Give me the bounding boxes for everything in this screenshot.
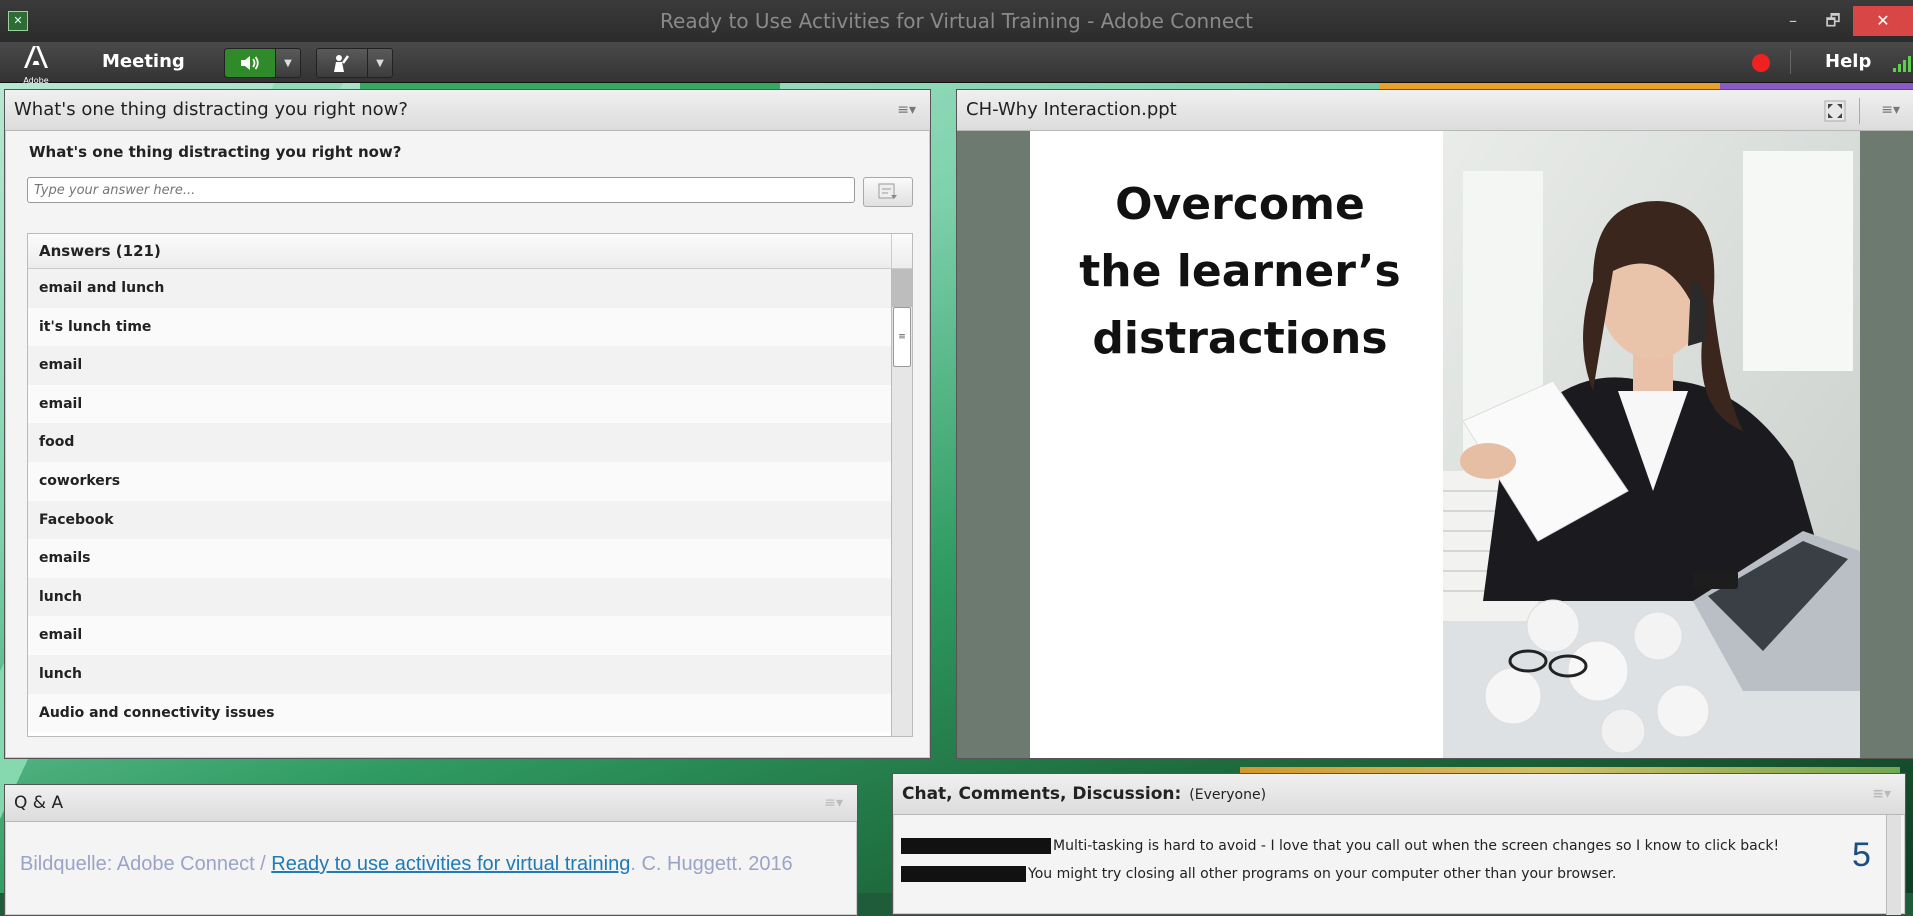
pod-menu-icon[interactable]: ≡▾ bbox=[824, 785, 843, 821]
qa-pod: Q & A ≡▾ bbox=[4, 784, 858, 916]
adobe-logo-text: Adobe bbox=[23, 76, 49, 85]
raise-hand-icon bbox=[334, 55, 350, 72]
answers-table: Answers (121) email and lunch it's lunch… bbox=[27, 233, 913, 737]
recording-indicator-icon[interactable] bbox=[1752, 54, 1770, 72]
share-pod: CH-Why Interaction.ppt ≡▾ Overcome the l… bbox=[956, 89, 1913, 759]
send-icon bbox=[878, 183, 897, 199]
window-controls: – 🗗 ✕ bbox=[1773, 0, 1913, 42]
pod-header: Chat, Comments, Discussion: (Everyone) ≡▾ bbox=[893, 774, 1905, 815]
close-button[interactable]: ✕ bbox=[1853, 6, 1913, 36]
speaker-button[interactable] bbox=[225, 49, 275, 77]
answers-scrollbar[interactable]: ≡ bbox=[891, 269, 912, 736]
question-text: What's one thing distracting you right n… bbox=[29, 143, 402, 161]
chat-scope[interactable]: (Everyone) bbox=[1189, 787, 1266, 803]
slide-viewer: Overcome the learner’s distractions bbox=[957, 131, 1913, 758]
slide-title-line: Overcome bbox=[1115, 179, 1365, 230]
chat-pod: Chat, Comments, Discussion: (Everyone) ≡▾… bbox=[892, 773, 1906, 915]
pod-title: Q & A bbox=[14, 793, 64, 813]
list-item[interactable]: lunch bbox=[28, 654, 892, 694]
app-icon: ✕ bbox=[8, 11, 28, 31]
answers-count-label: Answers (121) bbox=[39, 242, 161, 260]
list-item[interactable]: emails bbox=[28, 539, 892, 578]
fullscreen-icon[interactable] bbox=[1824, 100, 1846, 122]
slide-title: Overcome the learner’s distractions bbox=[1070, 171, 1410, 372]
divider bbox=[1859, 98, 1860, 124]
adobe-logo: Adobe bbox=[20, 44, 52, 85]
list-item[interactable]: email and lunch bbox=[28, 269, 892, 308]
pod-menu-icon[interactable]: ≡▾ bbox=[1872, 774, 1891, 814]
window-title: Ready to Use Activities for Virtual Trai… bbox=[660, 9, 1253, 33]
answer-entry bbox=[27, 177, 913, 207]
list-item[interactable]: Facebook bbox=[28, 500, 892, 540]
pod-menu-icon[interactable]: ≡▾ bbox=[897, 90, 916, 130]
app-menu-bar: Adobe Meeting ▼ ▼ Help bbox=[0, 42, 1913, 85]
chevron-down-icon[interactable]: ▼ bbox=[367, 49, 392, 77]
redacted-sender bbox=[901, 838, 1051, 854]
connection-signal-icon bbox=[1893, 56, 1913, 72]
slide-title-line: the learner’s bbox=[1079, 246, 1401, 297]
list-item[interactable]: email bbox=[28, 384, 892, 424]
list-item[interactable]: email bbox=[28, 346, 892, 385]
window-title-bar: ✕ Ready to Use Activities for Virtual Tr… bbox=[0, 0, 1913, 42]
answer-input[interactable] bbox=[27, 177, 855, 203]
list-item[interactable]: lunch bbox=[28, 577, 892, 617]
pod-title: What's one thing distracting you right n… bbox=[14, 99, 408, 120]
answers-list: email and lunch it's lunch time email em… bbox=[28, 269, 892, 736]
presentation-slide: Overcome the learner’s distractions bbox=[1030, 131, 1860, 758]
table-corner bbox=[891, 234, 912, 268]
pod-header: Q & A ≡▾ bbox=[5, 785, 857, 822]
chat-message: You might try closing all other programs… bbox=[901, 866, 1616, 882]
image-source-caption: Bildquelle: Adobe Connect / Ready to use… bbox=[20, 853, 793, 876]
answers-header[interactable]: Answers (121) bbox=[28, 234, 912, 269]
speaker-icon bbox=[241, 56, 259, 70]
raise-hand-button[interactable] bbox=[317, 49, 367, 77]
list-item[interactable]: food bbox=[28, 423, 892, 462]
caption-suffix: . C. Huggett. 2016 bbox=[630, 853, 793, 875]
chevron-down-icon[interactable]: ▼ bbox=[275, 49, 300, 77]
slide-number: 5 bbox=[1852, 836, 1871, 874]
caption-link[interactable]: Ready to use activities for virtual trai… bbox=[271, 853, 630, 875]
pod-menu-icon[interactable]: ≡▾ bbox=[1881, 90, 1900, 130]
list-item[interactable]: Audio and connectivity issues bbox=[28, 693, 892, 733]
scroll-track bbox=[892, 269, 912, 307]
list-item[interactable]: coworkers bbox=[28, 461, 892, 501]
slide-title-line: distractions bbox=[1092, 313, 1388, 364]
pod-header: CH-Why Interaction.ppt ≡▾ bbox=[957, 90, 1913, 131]
divider bbox=[1790, 50, 1791, 74]
redacted-sender bbox=[901, 866, 1026, 882]
help-menu[interactable]: Help bbox=[1825, 42, 1871, 82]
meeting-menu[interactable]: Meeting bbox=[102, 42, 185, 82]
minimize-button[interactable]: – bbox=[1773, 6, 1813, 36]
restore-button[interactable]: 🗗 bbox=[1813, 6, 1853, 36]
status-control[interactable]: ▼ bbox=[316, 48, 393, 78]
pod-header: What's one thing distracting you right n… bbox=[5, 90, 930, 131]
chat-message: Multi-tasking is hard to avoid - I love … bbox=[901, 838, 1779, 854]
pod-title: Chat, Comments, Discussion: bbox=[902, 784, 1182, 804]
speaker-control[interactable]: ▼ bbox=[224, 48, 301, 78]
pod-title: CH-Why Interaction.ppt bbox=[966, 99, 1177, 120]
adobe-logo-icon bbox=[24, 46, 48, 68]
chat-message-text: Multi-tasking is hard to avoid - I love … bbox=[1053, 838, 1780, 854]
distracted-woman-photo bbox=[1443, 131, 1860, 758]
list-item[interactable]: it's lunch time bbox=[28, 307, 892, 347]
caption-prefix: Bildquelle: Adobe Connect / bbox=[20, 853, 272, 875]
question-pod: What's one thing distracting you right n… bbox=[4, 89, 931, 759]
submit-answer-button[interactable] bbox=[863, 177, 913, 207]
chat-scrollbar[interactable] bbox=[1886, 815, 1901, 915]
list-item[interactable]: email bbox=[28, 616, 892, 655]
chat-message-text: You might try closing all other programs… bbox=[1028, 866, 1617, 882]
scroll-thumb[interactable]: ≡ bbox=[893, 307, 911, 367]
